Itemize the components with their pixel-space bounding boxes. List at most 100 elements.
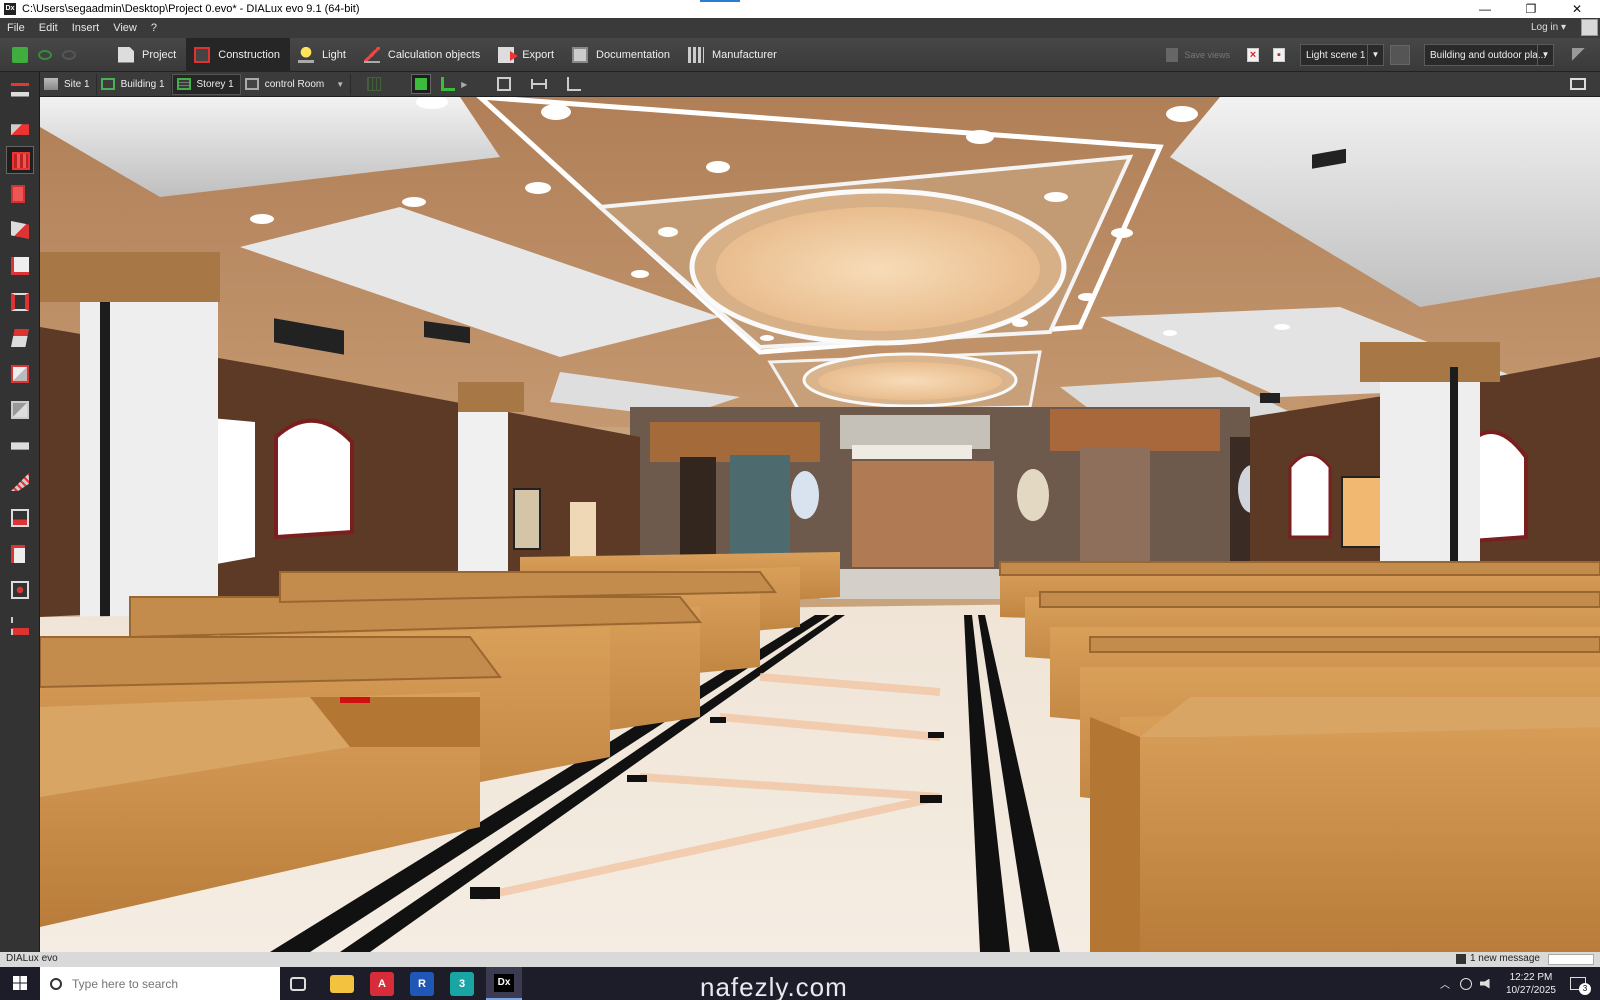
grid-icon[interactable] — [367, 77, 382, 91]
app-icon: Dx — [4, 3, 16, 15]
revit-icon[interactable]: R — [410, 972, 434, 996]
notifications-icon[interactable]: 3 — [1570, 977, 1591, 995]
login-button[interactable]: Log in ▾ — [1531, 18, 1566, 38]
file-explorer-icon[interactable] — [330, 975, 354, 993]
measure-icon[interactable] — [531, 79, 548, 89]
panel-toggle-icon[interactable] — [1572, 48, 1590, 62]
tool-opening-icon[interactable] — [6, 576, 34, 604]
redo-icon[interactable] — [62, 49, 76, 60]
status-app-name: DIALux evo — [6, 953, 58, 964]
tab-light[interactable]: Light — [290, 38, 356, 72]
document-icon — [118, 46, 134, 63]
chevron-down-icon: ▼ — [1367, 45, 1383, 65]
light-scene-select[interactable]: Light scene 1 ▼ — [1300, 44, 1384, 66]
network-icon[interactable] — [1459, 977, 1472, 990]
storey-icon — [176, 78, 191, 90]
undo-icon[interactable] — [38, 49, 52, 60]
task-view-icon[interactable] — [290, 977, 306, 991]
tool-material-icon[interactable] — [6, 468, 34, 496]
autocad-icon[interactable]: A — [370, 972, 394, 996]
notification-count: 3 — [1579, 983, 1591, 995]
tool-texture-icon[interactable] — [6, 504, 34, 532]
documentation-icon — [572, 46, 589, 63]
tab-manufacturer[interactable]: Manufacturer — [680, 38, 787, 72]
speaker-icon[interactable] — [1479, 978, 1490, 989]
tool-window-icon[interactable] — [6, 288, 34, 316]
dimension-icon[interactable] — [567, 77, 582, 91]
delete-scene-icon[interactable]: ▪ — [1273, 48, 1285, 62]
crumb-site[interactable]: Site 1 — [40, 73, 97, 95]
pews-right — [999, 561, 1600, 952]
room-icon — [244, 78, 259, 90]
tool-site-icon[interactable] — [6, 78, 34, 106]
start-button[interactable] — [0, 967, 40, 1000]
watermark: nafezly.com — [700, 972, 848, 1000]
tool-ceiling-icon[interactable] — [6, 540, 34, 568]
chevron-up-icon[interactable]: ︿ — [1440, 976, 1450, 991]
save-views-button[interactable]: Save views — [1156, 48, 1240, 62]
tool-wall-icon[interactable] — [6, 180, 34, 208]
save-views-label: Save views — [1184, 50, 1230, 60]
menu-insert[interactable]: Insert — [65, 22, 107, 34]
messages-button[interactable]: 1 new message — [1455, 953, 1540, 964]
tab-construction[interactable]: Construction — [186, 37, 291, 72]
delete-view-icon[interactable]: × — [1247, 48, 1259, 62]
tab-export[interactable]: Export — [490, 38, 564, 72]
minimize-button[interactable]: — — [1462, 0, 1508, 18]
restore-button[interactable]: ❐ — [1508, 0, 1554, 18]
tab-label: Construction — [218, 48, 281, 61]
tool-roof-icon[interactable] — [6, 324, 34, 352]
tool-door-icon[interactable] — [6, 216, 34, 244]
3dsmax-icon[interactable]: 3 — [450, 972, 474, 996]
clock[interactable]: 12:22 PM 10/27/2025 — [1506, 971, 1556, 997]
corner-icon[interactable] — [441, 77, 456, 91]
tool-floor-icon[interactable] — [6, 252, 34, 280]
left-toolbar — [0, 72, 40, 952]
3d-viewport[interactable] — [40, 97, 1600, 952]
crumb-label: control Room — [264, 78, 325, 90]
tool-building-icon[interactable] — [6, 112, 34, 140]
save-icon[interactable] — [12, 46, 28, 63]
view-mode-select[interactable]: Building and outdoor pla... ▼ — [1424, 44, 1554, 66]
menu-help[interactable]: ? — [144, 22, 164, 34]
tool-room-icon[interactable] — [6, 146, 34, 174]
tool-furniture-icon[interactable] — [6, 432, 34, 460]
tool-stairs-icon[interactable] — [6, 612, 34, 640]
chevron-down-icon: ▼ — [1537, 45, 1553, 65]
tab-project[interactable]: Project — [110, 38, 186, 72]
search-icon — [50, 977, 62, 990]
chevron-down-icon[interactable]: ▼ — [336, 80, 344, 89]
clock-date: 10/27/2025 — [1505, 984, 1556, 996]
zoom-fit-icon[interactable] — [497, 77, 512, 91]
dialux-taskbar-button[interactable]: Dx — [486, 967, 522, 1000]
scene-settings-button[interactable] — [1390, 45, 1410, 65]
tool-cube-icon[interactable] — [6, 360, 34, 388]
status-bar: DIALux evo 1 new message — [0, 952, 1600, 967]
crumb-label: Site 1 — [64, 78, 90, 90]
lamp-icon — [298, 46, 315, 63]
crumb-storey[interactable]: Storey 1 — [171, 73, 241, 95]
select-room-icon[interactable] — [411, 74, 432, 94]
avatar[interactable] — [1581, 19, 1598, 36]
light-scene-value: Light scene 1 — [1306, 49, 1366, 61]
system-tray: ︿ 12:22 PM 10/27/2025 3 — [1440, 967, 1600, 1000]
chevron-right-icon[interactable]: ▶ — [461, 80, 467, 89]
tab-documentation[interactable]: Documentation — [564, 38, 680, 72]
monitor-icon[interactable] — [1570, 78, 1586, 90]
message-icon — [1455, 953, 1466, 964]
tab-calculation-objects[interactable]: Calculation objects — [356, 38, 490, 72]
close-button[interactable]: ✕ — [1554, 0, 1600, 18]
search-input[interactable] — [72, 976, 262, 991]
menu-edit[interactable]: Edit — [32, 22, 65, 34]
menu-file[interactable]: File — [0, 22, 32, 34]
menu-bar: File Edit Insert View ? Log in ▾ — [0, 18, 1600, 38]
crumb-room[interactable]: control Room ▼ — [241, 73, 352, 95]
dialux-icon: Dx — [494, 974, 514, 992]
building-icon — [100, 78, 115, 90]
taskbar-search[interactable] — [40, 967, 280, 1000]
tool-box-icon[interactable] — [6, 396, 34, 424]
clock-time: 12:22 PM — [1509, 971, 1553, 983]
crumb-building[interactable]: Building 1 — [97, 73, 172, 95]
menu-view[interactable]: View — [106, 22, 144, 34]
windows-icon — [13, 976, 27, 990]
